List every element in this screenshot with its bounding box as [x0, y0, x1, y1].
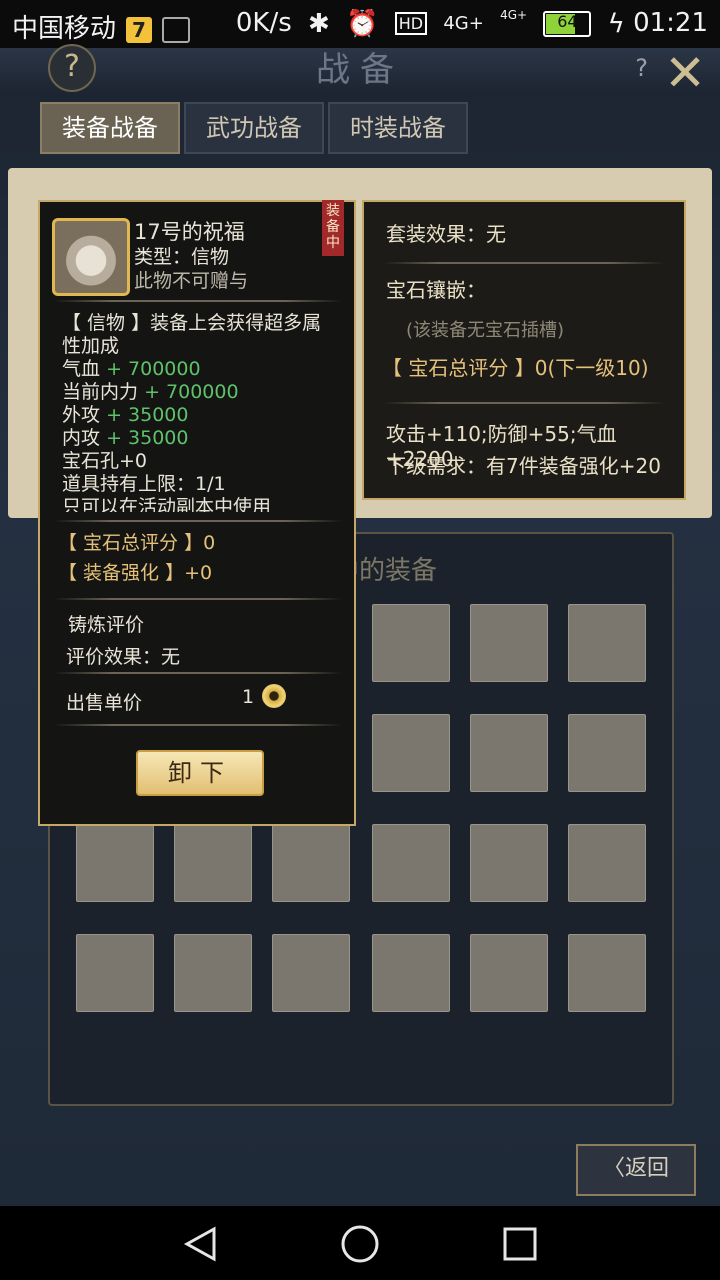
stat-label: 当前内力	[62, 381, 139, 403]
bag-slot[interactable]	[568, 934, 646, 1012]
alarm-icon: ⏰	[346, 8, 379, 39]
battery-level: 64	[557, 11, 578, 31]
divider	[54, 598, 342, 600]
stat-value: + 35000	[106, 427, 189, 449]
status-right: 0K/s ✱ ⏰ HD 4G+ 4G+ 64 ϟ 01:21	[236, 8, 708, 39]
gem-total: 【 宝石总评分 】0	[58, 528, 215, 555]
bag-slot[interactable]	[272, 934, 350, 1012]
item-description-scroll[interactable]: 【 信物 】装备上会获得超多属性加成 气血 + 700000 当前内力 + 70…	[62, 312, 332, 512]
stat-row: 内攻 + 35000	[62, 427, 332, 450]
net-speed: 0K/s	[235, 8, 292, 38]
gem-inlay-label: 宝石镶嵌：	[386, 278, 486, 302]
close-icon[interactable]: ✕	[664, 44, 706, 102]
bag-slot[interactable]	[568, 604, 646, 682]
tab-fashion[interactable]: 时装战备	[328, 102, 468, 154]
stat-label: 内攻	[62, 427, 101, 449]
stat-value: + 700000	[106, 358, 201, 380]
enhance-text: 【 装备强化 】+0	[58, 562, 213, 584]
set-info-panel: 套装效果：无 宝石镶嵌： (该装备无宝石插槽) 【 宝石总评分 】0(下一级10…	[362, 200, 686, 500]
status-bar: 中国移动 7 0K/s ✱ ⏰ HD 4G+ 4G+ 64 ϟ 01:21	[0, 0, 720, 48]
item-bind-note: 此物不可赠与	[134, 270, 249, 292]
no-gem-slot-note: (该装备无宝石插槽)	[406, 320, 565, 341]
hold-limit: 道具持有上限：1/1	[62, 473, 226, 495]
divider	[54, 724, 342, 726]
page-title: 战备	[316, 50, 404, 90]
image-notification-icon	[162, 16, 191, 43]
tab-equipment[interactable]: 装备战备	[40, 102, 180, 154]
gem-holes: 宝石孔+0	[62, 450, 148, 472]
divider	[54, 520, 342, 522]
stat-row: 气血 + 700000	[62, 358, 332, 381]
stat-value: + 700000	[144, 381, 239, 403]
stat-row: 外攻 + 35000	[62, 404, 332, 427]
forge-title: 铸炼评价	[68, 614, 145, 636]
bag-slot[interactable]	[76, 934, 154, 1012]
bag-slot[interactable]	[372, 604, 450, 682]
bag-slot[interactable]	[470, 934, 548, 1012]
back-label: 返回	[625, 1156, 670, 1181]
back-button[interactable]: 〈返回	[576, 1144, 696, 1196]
app-badge-icon: 7	[126, 16, 153, 43]
network-icon: 4G+	[443, 13, 484, 34]
sell-label: 出售单价	[66, 692, 143, 714]
next-level-requirement: 下级需求：有7件装备强化+20	[386, 454, 661, 478]
item-type: 类型：信物	[134, 246, 230, 268]
bag-slot[interactable]	[470, 714, 548, 792]
item-detail-popup: 装备中 17号的祝福 类型：信物 此物不可赠与 【 信物 】装备上会获得超多属性…	[38, 200, 356, 826]
coin-icon	[262, 684, 286, 708]
stat-label: 气血	[62, 358, 101, 380]
battery-icon: 64	[543, 10, 592, 37]
usage-note: 只可以在活动副本中使用	[62, 496, 272, 512]
nav-recents-icon[interactable]	[502, 1226, 538, 1262]
forge-effect: 评价效果：无	[66, 646, 181, 668]
tab-martial[interactable]: 武功战备	[184, 102, 324, 154]
bag-slot[interactable]	[174, 934, 252, 1012]
divider	[384, 262, 664, 264]
help-button[interactable]: ?	[48, 44, 96, 92]
title-bar: 战备 ? ? ✕	[0, 44, 720, 102]
divider	[54, 672, 342, 674]
chevron-left-icon: 〈	[602, 1156, 625, 1181]
bag-slot[interactable]	[76, 824, 154, 902]
stat-row: 当前内力 + 700000	[62, 381, 332, 404]
bluetooth-icon: ✱	[308, 8, 330, 39]
unequip-button[interactable]: 卸下	[136, 750, 264, 796]
gem-score-text: 【 宝石总评分 】0(下一级10)	[382, 356, 649, 380]
item-description: 【 信物 】装备上会获得超多属性加成	[62, 312, 322, 357]
bag-slot[interactable]	[470, 604, 548, 682]
help-small-button[interactable]: ?	[635, 54, 648, 82]
set-effect: 套装效果：无	[386, 222, 506, 246]
gem-total-text: 【 宝石总评分 】0	[58, 532, 216, 554]
equipped-tag: 装备中	[322, 200, 344, 256]
hd-icon: HD	[394, 12, 428, 35]
gem-score: 【 宝石总评分 】0(下一级10)	[382, 352, 649, 381]
stat-label: 外攻	[62, 404, 101, 426]
network2-icon: 4G+	[500, 8, 528, 22]
bag-slot[interactable]	[372, 824, 450, 902]
divider	[54, 300, 342, 302]
nav-bar	[0, 1206, 720, 1280]
nav-home-icon[interactable]	[340, 1224, 380, 1264]
divider	[384, 402, 664, 404]
item-avatar-icon	[52, 218, 130, 296]
bag-slot[interactable]	[372, 714, 450, 792]
bag-slot[interactable]	[568, 824, 646, 902]
bag-slot[interactable]	[272, 824, 350, 902]
charging-icon: ϟ	[607, 8, 625, 39]
clock: 01:21	[633, 8, 708, 38]
stat-value: + 35000	[106, 404, 189, 426]
bag-slot[interactable]	[470, 824, 548, 902]
status-left: 中国移动 7	[12, 8, 191, 45]
bag-slot[interactable]	[174, 824, 252, 902]
bag-slot[interactable]	[372, 934, 450, 1012]
sell-price: 1	[242, 686, 255, 708]
bag-slot[interactable]	[568, 714, 646, 792]
enhance-level: 【 装备强化 】+0	[58, 558, 212, 585]
nav-back-icon[interactable]	[182, 1226, 218, 1262]
carrier-name: 中国移动	[12, 14, 117, 44]
